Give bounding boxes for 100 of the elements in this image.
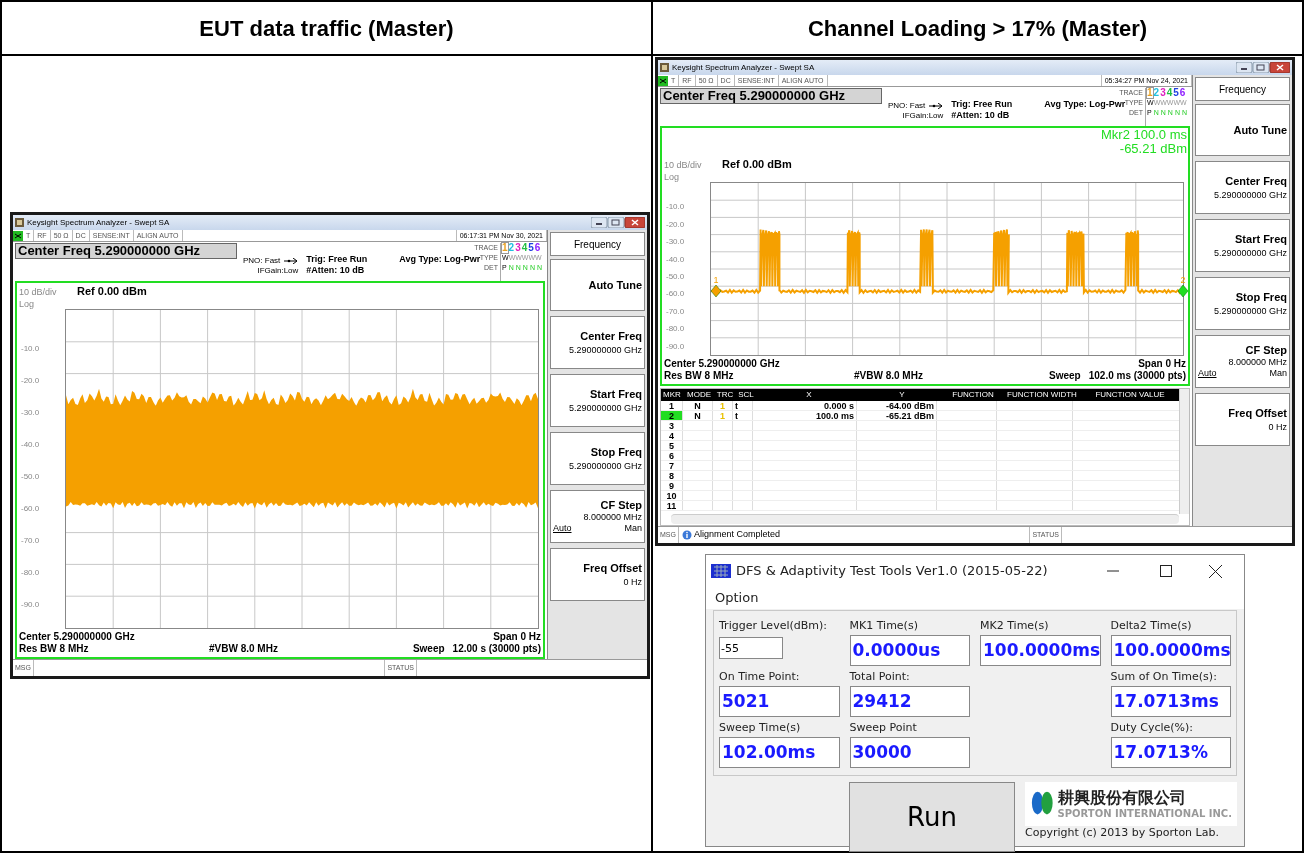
window-controls-icon[interactable] <box>1236 62 1290 73</box>
softkey-value: 5.290000000 GHz <box>1213 306 1287 316</box>
value-field: 30000 <box>849 737 970 768</box>
trigger-setting: Trig: Free Run <box>306 254 368 265</box>
horizontal-scrollbar[interactable] <box>671 514 1179 524</box>
table-cell: 1 <box>713 401 733 410</box>
trace-number[interactable]: 6 <box>1179 88 1186 98</box>
softkey[interactable]: Freq Offset 0 Hz <box>550 548 645 601</box>
marker-readout: -65.21 dBm <box>1119 142 1187 156</box>
attenuation-setting: #Atten: 10 dB <box>951 110 1011 121</box>
y-axis-label: -20.0 <box>666 219 685 229</box>
trace-number[interactable]: 6 <box>534 243 541 253</box>
sweep-label: Sweep <box>1049 370 1081 382</box>
table-header: Y <box>898 389 906 401</box>
value-field: 100.0000ms <box>1110 635 1231 666</box>
company-name-chinese: 耕興股份有限公司 <box>1057 788 1187 808</box>
lxi-icon <box>13 230 23 241</box>
y-axis-label: -70.0 <box>666 306 685 316</box>
center-freq-readout[interactable]: Center Freq 5.290000000 GHz <box>660 88 882 104</box>
table-cell: t <box>733 401 753 410</box>
table-cell: 11 <box>661 501 683 510</box>
softkey-label: Freq Offset <box>1228 407 1287 419</box>
table-cell: 10 <box>661 491 683 500</box>
softkey-option[interactable]: Auto <box>1198 369 1217 378</box>
softkey-label: Center Freq <box>580 330 642 342</box>
scale-label: 10 dB/div <box>663 158 703 172</box>
close-icon[interactable] <box>1209 564 1222 578</box>
table-cell: 100.0 ms <box>753 411 857 420</box>
table-cell: N <box>683 411 713 420</box>
avg-type-setting: Avg Type: Log-Pwr <box>399 254 481 264</box>
vertical-scrollbar[interactable] <box>1179 389 1189 514</box>
table-header: TRC <box>715 389 735 401</box>
softkey-label: Center Freq <box>1225 175 1287 187</box>
softkey-value: 8.000000 MHz <box>583 513 642 522</box>
log-label: Log <box>663 172 680 182</box>
y-axis-label: -80.0 <box>666 324 685 334</box>
table-header: MKR <box>662 389 682 401</box>
softkey-label: CF Step <box>1245 345 1287 356</box>
reference-level: Ref 0.00 dBm <box>722 156 792 172</box>
value-field: 102.00ms <box>719 737 840 768</box>
softkey-option[interactable]: Auto <box>553 524 572 533</box>
value-field: 17.0713% <box>1110 737 1231 768</box>
softkey-label: Start Freq <box>590 388 642 400</box>
field-label: Delta2 Time(s) <box>1110 618 1193 634</box>
y-axis-label: -80.0 <box>21 568 40 577</box>
column-heading: Channel Loading > 17% (Master) <box>807 14 1148 43</box>
y-axis-label: -50.0 <box>21 472 40 481</box>
lxi-icon <box>658 75 668 86</box>
softkey-title: Frequency <box>550 232 645 256</box>
table-header: FUNCTION <box>951 389 995 401</box>
softkey-option[interactable]: Man <box>624 524 642 533</box>
softkey-option[interactable]: Man <box>1269 369 1287 378</box>
center-frequency: Center 5.290000000 GHz <box>19 631 135 643</box>
arrow-icon <box>284 258 299 264</box>
softkey[interactable]: CF Step 8.000000 MHz Auto Man <box>550 490 645 543</box>
trace-number[interactable]: 5 <box>1173 88 1179 98</box>
softkey[interactable]: Start Freq 5.290000000 GHz <box>550 374 645 427</box>
field-label: Sweep Time(s) <box>719 720 802 736</box>
maximize-icon[interactable] <box>1160 565 1172 577</box>
table-cell: 7 <box>661 461 683 470</box>
center-freq-readout[interactable]: Center Freq 5.290000000 GHz <box>15 243 237 259</box>
company-name-english: SPORTON INTERNATIONAL INC. <box>1057 808 1232 820</box>
input-field[interactable]: -55 <box>719 637 783 659</box>
softkey[interactable]: Center Freq 5.290000000 GHz <box>550 316 645 369</box>
window-title: Keysight Spectrum Analyzer - Swept SA <box>27 218 170 227</box>
field-label: Sum of On Time(s): <box>1110 669 1218 685</box>
value-field: 100.0000ms <box>980 635 1101 666</box>
table-cell: 3 <box>661 421 683 430</box>
y-axis-label: -30.0 <box>21 408 40 417</box>
sweep-label: Sweep <box>412 643 445 655</box>
softkey[interactable]: Start Freq 5.290000000 GHz <box>1195 219 1290 272</box>
table-header: FUNCTION VALUE <box>1094 389 1166 401</box>
softkey-value: 0 Hz <box>1268 422 1287 432</box>
run-button[interactable]: Run <box>849 782 1015 852</box>
window-controls-icon[interactable] <box>591 217 645 228</box>
softkey[interactable]: CF Step 8.000000 MHz Auto Man <box>1195 335 1290 388</box>
softkey-value: 8.000000 MHz <box>1228 358 1287 367</box>
center-frequency: Center 5.290000000 GHz <box>664 358 780 370</box>
softkey[interactable]: Auto Tune <box>1195 104 1290 156</box>
table-cell: 8 <box>661 471 683 480</box>
softkey-label: Start Freq <box>1235 233 1287 245</box>
table-header: MODE <box>686 389 712 401</box>
arrow-icon <box>929 103 944 109</box>
copyright-text: Copyright (c) 2013 by Sporton Lab. <box>1025 826 1220 840</box>
trace-number[interactable]: 3 <box>515 243 521 253</box>
y-axis-label: -10.0 <box>21 344 40 353</box>
app-icon <box>15 218 24 227</box>
softkey[interactable]: Center Freq 5.290000000 GHz <box>1195 161 1290 214</box>
trace-number[interactable]: 5 <box>528 243 534 253</box>
marker-number: 2 <box>1180 275 1186 285</box>
table-header: FUNCTION WIDTH <box>1006 389 1078 401</box>
softkey[interactable]: Auto Tune <box>550 259 645 311</box>
softkey[interactable]: Freq Offset 0 Hz <box>1195 393 1290 446</box>
y-axis-label: -10.0 <box>666 202 685 212</box>
resolution-bandwidth: Res BW 8 MHz <box>664 370 735 382</box>
softkey[interactable]: Stop Freq 5.290000000 GHz <box>550 432 645 485</box>
menu-item[interactable]: Option <box>715 588 759 608</box>
softkey[interactable]: Stop Freq 5.290000000 GHz <box>1195 277 1290 330</box>
trace-number[interactable]: 3 <box>1160 88 1166 98</box>
app-icon <box>711 564 731 578</box>
